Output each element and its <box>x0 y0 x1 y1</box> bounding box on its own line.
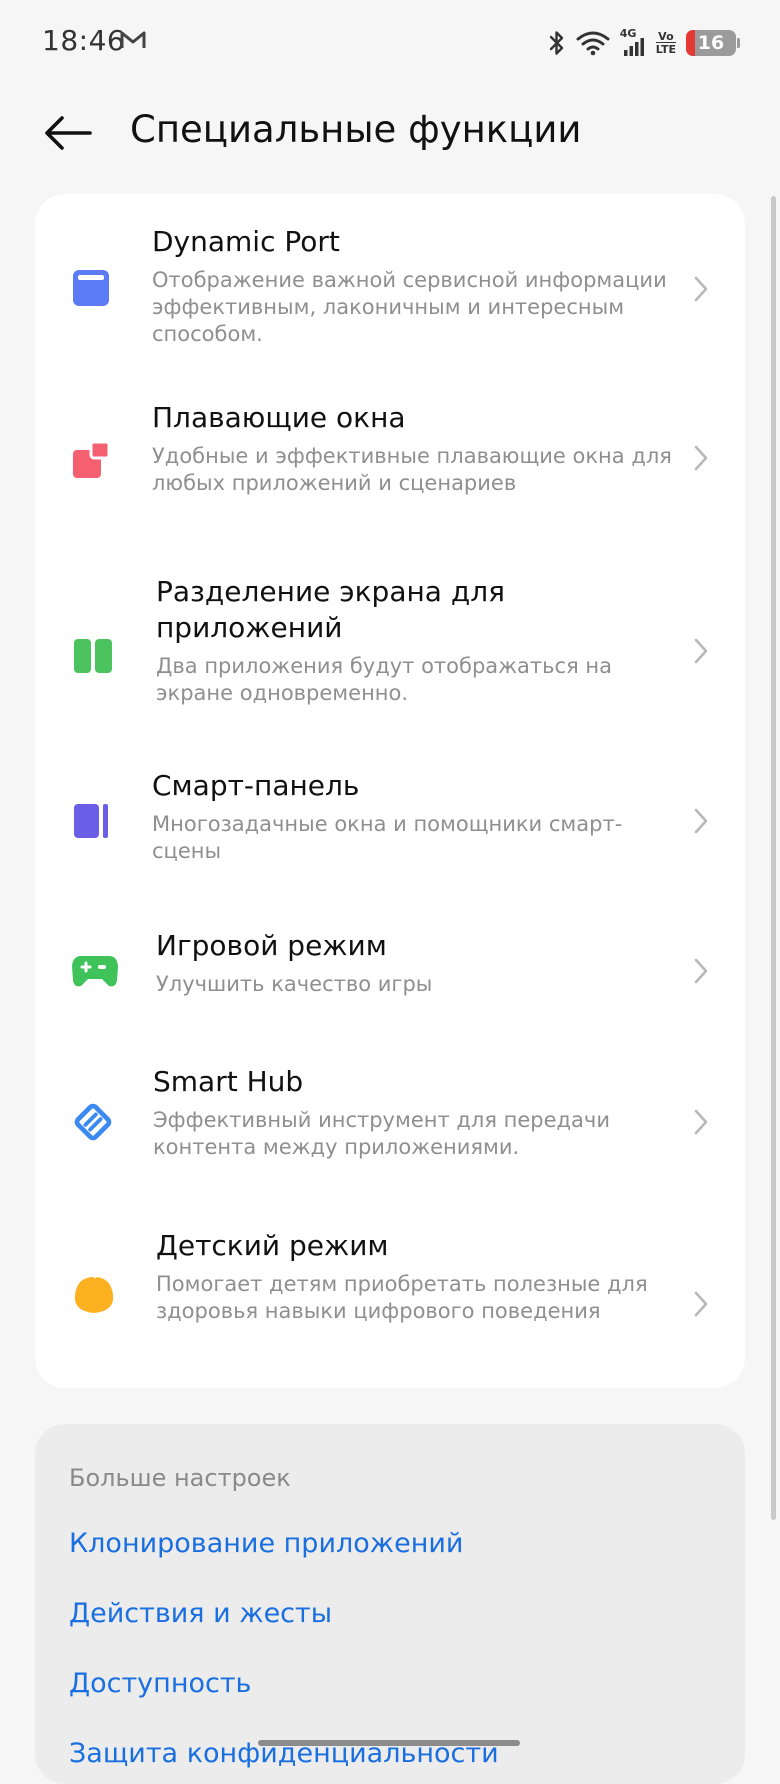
feature-item-smart-panel[interactable]: Смарт-панель Многозадачные окна и помощн… <box>35 746 745 904</box>
volte-top: Vo <box>658 30 674 43</box>
link-app-cloning[interactable]: Клонирование приложений <box>69 1528 463 1559</box>
dynamic-port-icon <box>71 268 111 308</box>
header: Специальные функции <box>0 100 780 166</box>
mail-icon <box>120 30 146 54</box>
chevron-right-icon <box>694 638 708 664</box>
feature-desc: Отображение важной сервисной информации … <box>152 268 667 346</box>
home-indicator[interactable] <box>258 1740 520 1746</box>
more-settings-title: Больше настроек <box>69 1464 291 1492</box>
feature-text: Разделение экрана для приложений Два при… <box>156 574 676 707</box>
feature-title: Детский режим <box>156 1229 389 1262</box>
signal-icon: 4G <box>620 28 646 58</box>
chevron-right-icon <box>694 445 708 471</box>
more-settings-card: Больше настроек Клонирование приложений … <box>35 1424 745 1784</box>
scrollbar[interactable] <box>771 196 776 1520</box>
feature-title: Плавающие окна <box>152 401 406 434</box>
link-accessibility[interactable]: Доступность <box>69 1668 251 1699</box>
kids-mode-icon <box>71 1271 117 1317</box>
feature-item-kids-mode[interactable]: Детский режим Помогает детям приобретать… <box>35 1214 745 1388</box>
status-bar: 18:46 4G Vo LTE 16 <box>0 0 780 86</box>
feature-text: Смарт-панель Многозадачные окна и помощн… <box>152 768 672 865</box>
game-mode-icon <box>71 951 119 991</box>
feature-text: Dynamic Port Отображение важной сервисно… <box>152 224 672 348</box>
chevron-right-icon <box>694 1109 708 1135</box>
floating-windows-icon <box>71 440 111 480</box>
feature-desc: Помогает детям приобретать полезные для … <box>156 1272 648 1323</box>
back-button[interactable] <box>40 110 96 156</box>
chevron-right-icon <box>694 276 708 302</box>
battery-icon: 16 <box>686 30 740 56</box>
wifi-icon <box>576 30 610 56</box>
chevron-right-icon <box>694 958 708 984</box>
feature-text: Детский режим Помогает детям приобретать… <box>156 1228 676 1325</box>
feature-item-smart-hub[interactable]: Smart Hub Эффективный инструмент для пер… <box>35 1044 745 1214</box>
feature-title: Разделение экрана для приложений <box>156 575 505 644</box>
bluetooth-icon <box>548 29 566 57</box>
feature-item-game-mode[interactable]: Игровой режим Улучшить качество игры <box>35 904 745 1044</box>
volte-bottom: LTE <box>655 42 676 56</box>
features-card: Dynamic Port Отображение важной сервисно… <box>35 194 745 1388</box>
link-actions-gestures[interactable]: Действия и жесты <box>69 1598 332 1629</box>
feature-desc: Улучшить качество игры <box>156 972 433 996</box>
split-screen-icon <box>73 636 113 676</box>
smart-panel-icon <box>71 801 111 841</box>
page-title: Специальные функции <box>130 108 582 151</box>
feature-title: Dynamic Port <box>152 225 340 258</box>
battery-tip <box>737 38 740 48</box>
feature-text: Игровой режим Улучшить качество игры <box>156 928 676 998</box>
battery-text: 16 <box>697 32 725 54</box>
feature-desc: Удобные и эффективные плавающие окна для… <box>152 444 672 495</box>
feature-title: Смарт-панель <box>152 769 360 802</box>
feature-item-split-screen[interactable]: Разделение экрана для приложений Два при… <box>35 556 745 746</box>
feature-text: Smart Hub Эффективный инструмент для пер… <box>153 1064 673 1161</box>
status-icons: 4G Vo LTE 16 <box>548 26 740 60</box>
chevron-right-icon <box>694 1291 708 1317</box>
feature-item-floating-windows[interactable]: Плавающие окна Удобные и эффективные пла… <box>35 376 745 556</box>
back-arrow-icon <box>45 116 92 150</box>
feature-text: Плавающие окна Удобные и эффективные пла… <box>152 400 672 497</box>
feature-title: Smart Hub <box>153 1065 304 1098</box>
smart-hub-icon <box>73 1102 113 1142</box>
status-time: 18:46 <box>42 24 126 57</box>
battery-level: 16 <box>686 30 736 56</box>
feature-title: Игровой режим <box>156 929 387 962</box>
feature-desc: Два приложения будут отображаться на экр… <box>156 654 612 705</box>
feature-item-dynamic-port[interactable]: Dynamic Port Отображение важной сервисно… <box>35 194 745 376</box>
feature-desc: Эффективный инструмент для передачи конт… <box>153 1108 610 1159</box>
volte-icon: Vo LTE <box>655 30 676 56</box>
chevron-right-icon <box>694 808 708 834</box>
feature-desc: Многозадачные окна и помощники смарт-сце… <box>152 812 623 863</box>
